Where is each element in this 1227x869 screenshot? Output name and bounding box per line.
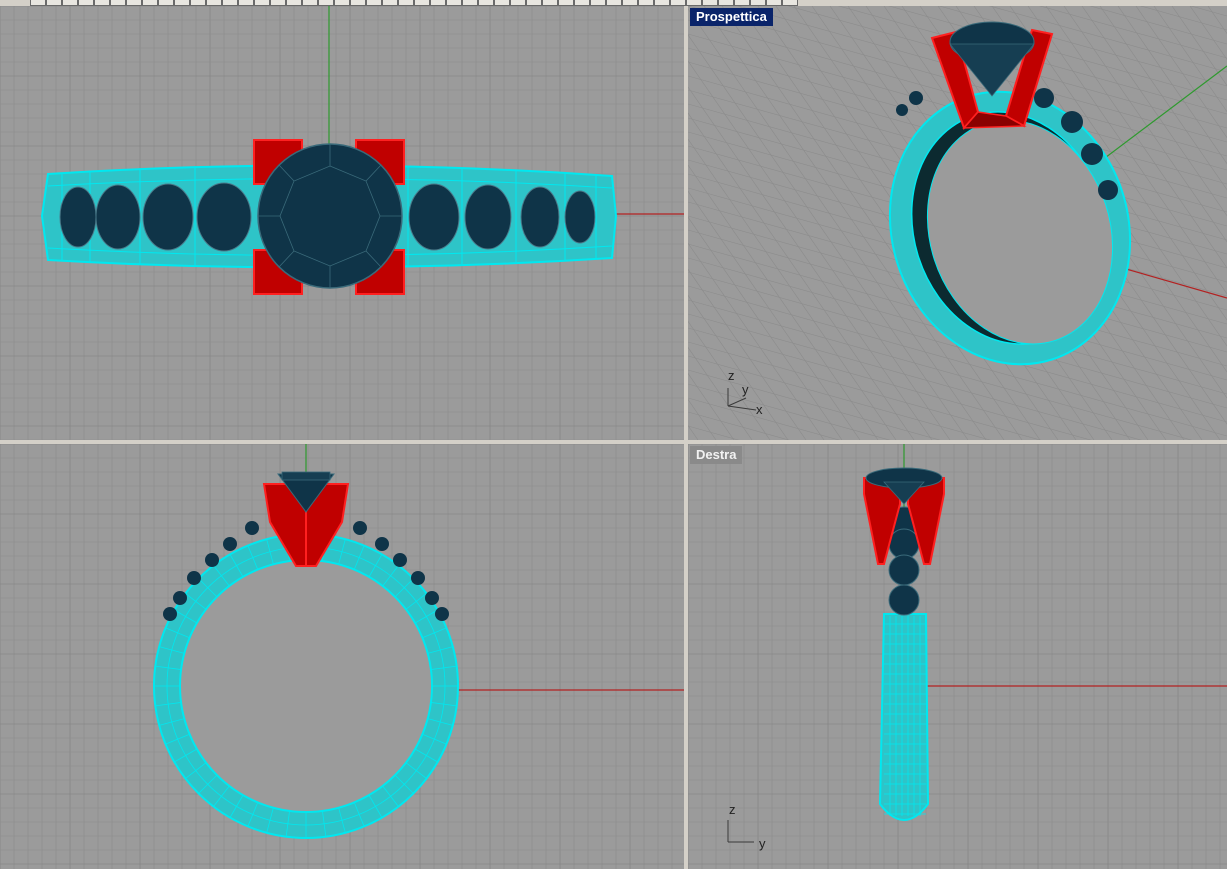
viewport-top-canvas[interactable] [0, 6, 684, 440]
viewport-right[interactable]: z y Destra [688, 444, 1227, 869]
axis-label-z: z [729, 802, 736, 817]
axis-label-y: y [742, 382, 749, 397]
viewport-divider-horizontal[interactable] [0, 440, 1227, 444]
viewport-front[interactable] [0, 444, 684, 869]
viewport-perspective[interactable]: z y x Prospettica [688, 6, 1227, 440]
viewport-divider-vertical[interactable] [684, 6, 688, 869]
axis-label-y: y [759, 836, 766, 851]
axis-label-x: x [756, 402, 763, 417]
viewport-right-canvas[interactable]: z y [688, 444, 1227, 869]
grid [688, 444, 1227, 869]
ring-band-side[interactable] [878, 613, 930, 821]
viewport-title-right[interactable]: Destra [690, 446, 743, 464]
axis-triad [727, 820, 754, 843]
viewport-front-canvas[interactable] [0, 444, 684, 869]
viewport-perspective-canvas[interactable]: z y x [688, 6, 1227, 440]
axis-label-z: z [728, 368, 735, 383]
center-stone[interactable] [257, 143, 403, 289]
viewport-top[interactable] [0, 6, 684, 440]
viewport-title-perspective[interactable]: Prospettica [690, 8, 773, 26]
